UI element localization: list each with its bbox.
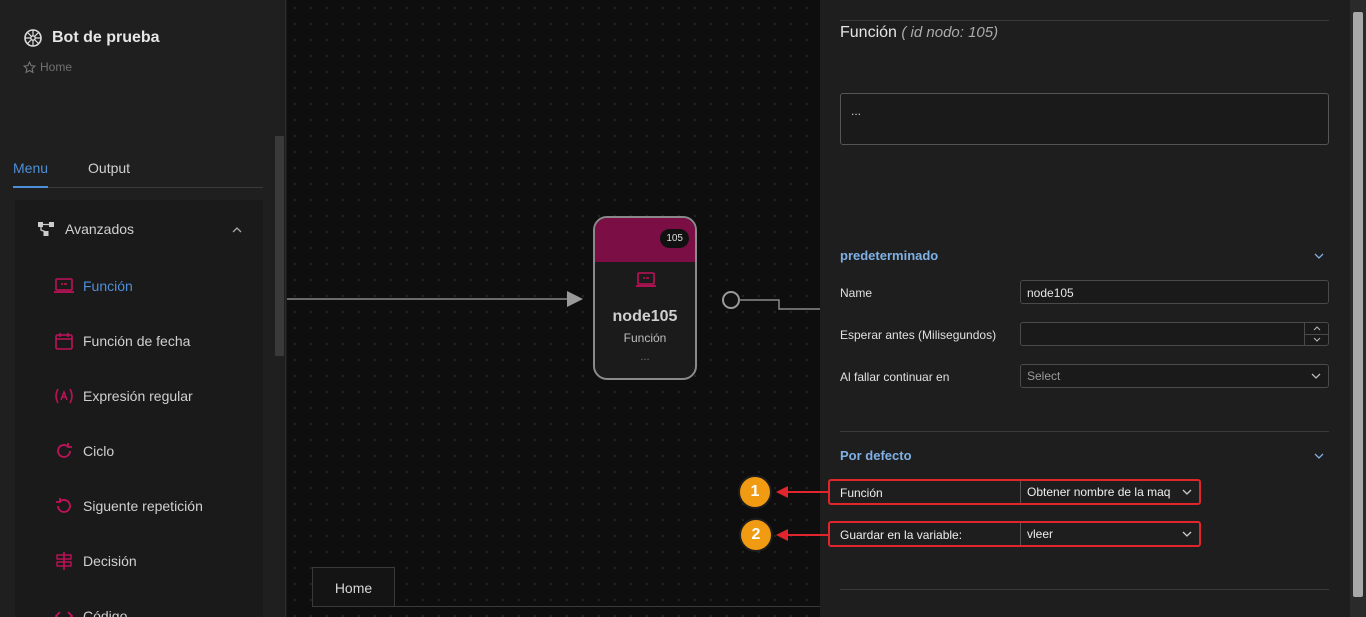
panel-divider (840, 431, 1329, 432)
chevron-down-icon (1310, 369, 1322, 383)
node-description: ... (640, 351, 650, 363)
node-title: node105 (612, 308, 678, 325)
section-predeterminado-header[interactable]: predeterminado (840, 248, 1329, 263)
description-textarea[interactable]: ... (840, 93, 1329, 145)
breadcrumb[interactable]: Home (22, 60, 72, 74)
app-title-text: Bot de prueba (52, 29, 160, 46)
stepper-down-icon[interactable] (1305, 333, 1328, 346)
panel-title-text: Función (840, 24, 897, 41)
sidebar: Bot de prueba Home Menu Output Avanzados… (0, 0, 286, 617)
panel-scrollbar-thumb[interactable] (1353, 12, 1363, 597)
chevron-down-icon (1181, 485, 1193, 499)
panel-divider (840, 20, 1329, 21)
regex-icon (53, 385, 75, 407)
sidebar-scrollbar[interactable] (275, 136, 284, 356)
chevron-down-icon[interactable] (1313, 448, 1325, 463)
panel-scrollbar[interactable] (1350, 0, 1366, 617)
loop-icon (53, 440, 75, 462)
menu-item-label: Ciclo (83, 442, 115, 459)
menu-item-label: Expresión regular (83, 387, 193, 404)
variable-label: Guardar en la variable: (840, 528, 963, 542)
menu-item-ciclo[interactable]: Ciclo (15, 423, 263, 478)
tab-output[interactable]: Output (88, 150, 130, 187)
section-title: predeterminado (840, 248, 939, 263)
menu-item-label: Código (83, 607, 128, 617)
decision-icon (53, 550, 75, 572)
name-input[interactable]: node105 (1020, 280, 1329, 304)
funcion-label: Función (840, 486, 883, 500)
panel-subtitle: ( id nodo: 105) (901, 24, 999, 41)
star-icon (22, 60, 36, 74)
menu-item-label: Siguente repetición (83, 497, 203, 514)
wait-stepper[interactable] (1304, 323, 1328, 345)
node-type: Función (623, 331, 667, 345)
wait-input[interactable] (1020, 322, 1329, 346)
connector-lines (287, 291, 820, 310)
chevron-up-icon[interactable] (231, 221, 243, 237)
menu-item-expresion-regular[interactable]: Expresión regular (15, 368, 263, 423)
variable-select-value: vleer (1027, 527, 1054, 541)
menu-list: Avanzados Función Función de fecha Expre… (15, 200, 263, 617)
menu-item-label: Función de fecha (83, 332, 191, 349)
menu-item-funcion[interactable]: Función (15, 258, 263, 313)
gear-wheel-icon (22, 27, 44, 49)
menu-item-label: Función (83, 277, 133, 294)
laptop-icon (53, 275, 75, 297)
node-id-badge: 105 (660, 229, 689, 248)
panel-divider (840, 589, 1329, 590)
section-title: Por defecto (840, 448, 912, 463)
menu-group-avanzados[interactable]: Avanzados (15, 200, 263, 258)
menu-item-codigo[interactable]: Código (15, 588, 263, 617)
tab-menu[interactable]: Menu (13, 150, 49, 188)
calendar-icon (53, 330, 75, 352)
properties-panel: Función ( id nodo: 105) ... predetermina… (820, 0, 1350, 617)
panel-title: Función ( id nodo: 105) (840, 24, 998, 42)
funcion-select[interactable]: Obtener nombre de la maq (1020, 481, 1201, 503)
menu-item-funcion-fecha[interactable]: Función de fecha (15, 313, 263, 368)
chevron-down-icon (1181, 527, 1193, 541)
funcion-row-highlight: Función Obtener nombre de la maq (828, 479, 1201, 505)
breadcrumb-home[interactable]: Home (40, 60, 72, 74)
chevron-down-icon[interactable] (1313, 248, 1325, 263)
variable-select[interactable]: vleer (1020, 523, 1201, 545)
callout-badge-1: 1 (740, 477, 770, 507)
menu-group-label: Avanzados (65, 221, 135, 237)
flow-node-105[interactable]: 105 node105 Función ... (593, 216, 697, 380)
canvas-tab-divider (312, 606, 820, 607)
wait-label: Esperar antes (Milisegundos) (840, 328, 997, 342)
fail-label: Al fallar continuar en (840, 370, 950, 384)
menu-item-label: Decisión (83, 552, 137, 569)
menu-item-siguente-repeticion[interactable]: Siguente repetición (15, 478, 263, 533)
canvas-tab-home[interactable]: Home (312, 567, 395, 607)
fail-select-value: Select (1027, 369, 1061, 383)
flow-canvas[interactable]: 105 node105 Función ... Home (287, 0, 820, 617)
name-label: Name (840, 286, 873, 300)
section-por-defecto-header[interactable]: Por defecto (840, 448, 1329, 463)
fail-select[interactable]: Select (1020, 364, 1329, 388)
sidebar-tabs: Menu Output (13, 150, 263, 188)
funcion-select-value: Obtener nombre de la maq (1027, 485, 1171, 499)
repeat-icon (53, 495, 75, 517)
flow-icon (35, 218, 57, 240)
callout-badge-2: 2 (741, 520, 771, 550)
laptop-icon (635, 271, 657, 294)
code-icon (53, 605, 75, 617)
menu-item-decision[interactable]: Decisión (15, 533, 263, 588)
stepper-up-icon[interactable] (1305, 323, 1328, 334)
app-title: Bot de prueba (22, 27, 160, 49)
node-header: 105 (595, 218, 695, 262)
variable-row-highlight: Guardar en la variable: vleer (828, 521, 1201, 547)
